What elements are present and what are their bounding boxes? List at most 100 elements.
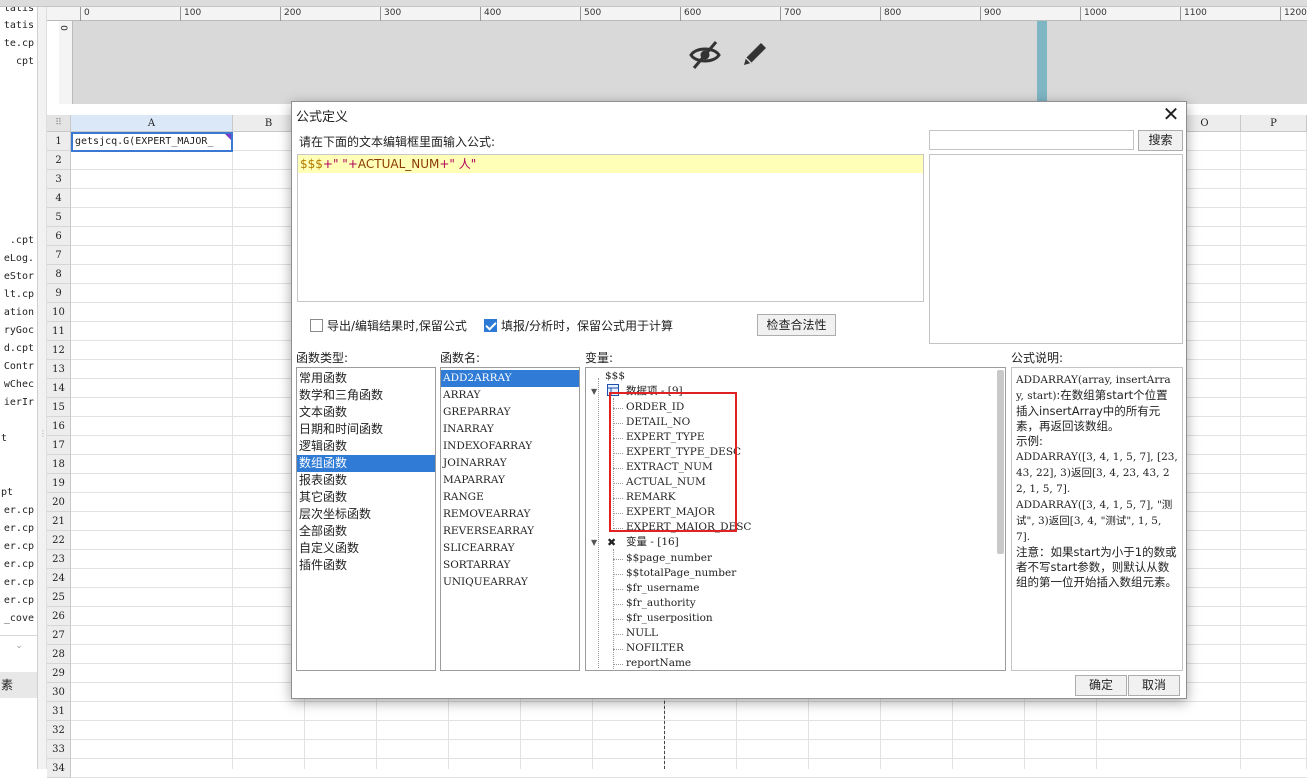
- file-list-item[interactable]: pt: [0, 485, 36, 501]
- row-header[interactable]: 3: [47, 170, 71, 189]
- file-list-item[interactable]: _cove: [0, 611, 36, 627]
- panel-tab[interactable]: 素: [0, 672, 37, 698]
- row-header[interactable]: 20: [47, 493, 71, 512]
- row-header[interactable]: 33: [47, 740, 71, 759]
- function-name-list[interactable]: ADD2ARRAY ARRAY GREPARRAY INARRAY INDEXOFARR…: [440, 367, 580, 671]
- keep-formula-export-checkbox[interactable]: 导出/编辑结果时,保留公式: [310, 319, 467, 333]
- function-type-item[interactable]: 文本函数: [297, 404, 435, 421]
- file-list-item[interactable]: er.cp: [0, 575, 36, 591]
- select-all-corner[interactable]: ⠿: [47, 115, 71, 132]
- file-list-item[interactable]: ierIr: [0, 395, 36, 411]
- tree-root[interactable]: $$$: [605, 369, 625, 384]
- file-list-item[interactable]: tatis: [0, 7, 36, 17]
- panel-splitter[interactable]: ⋮: [38, 7, 47, 769]
- row-header[interactable]: 30: [47, 683, 71, 702]
- cell-a1[interactable]: getsjcq.G(EXPERT_MAJOR_: [71, 132, 233, 152]
- function-type-item[interactable]: 层次坐标函数: [297, 506, 435, 523]
- row-header[interactable]: 5: [47, 208, 71, 227]
- function-name-item[interactable]: ARRAY: [441, 387, 579, 404]
- file-list-item[interactable]: er.cp: [0, 503, 36, 519]
- file-list-item[interactable]: ryGoc: [0, 323, 36, 339]
- function-type-item[interactable]: 数学和三角函数: [297, 387, 435, 404]
- row-header[interactable]: 32: [47, 721, 71, 740]
- function-name-item[interactable]: INARRAY: [441, 421, 579, 438]
- function-name-item[interactable]: JOINARRAY: [441, 455, 579, 472]
- row-header[interactable]: 21: [47, 512, 71, 531]
- row-header[interactable]: 1: [47, 132, 71, 151]
- row-header[interactable]: 27: [47, 626, 71, 645]
- close-icon[interactable]: ✕: [1160, 104, 1182, 126]
- function-name-item[interactable]: MAPARRAY: [441, 472, 579, 489]
- function-type-item[interactable]: 插件函数: [297, 557, 435, 574]
- row-header[interactable]: 13: [47, 360, 71, 379]
- expand-arrow-icon[interactable]: ▼: [591, 387, 597, 396]
- variable-item[interactable]: $fr_authority: [626, 596, 696, 611]
- formula-line[interactable]: $$$+" "+ACTUAL_NUM+" 人": [298, 155, 923, 173]
- file-list-item[interactable]: er.cp: [0, 521, 36, 537]
- row-header[interactable]: 14: [47, 379, 71, 398]
- row-header[interactable]: 4: [47, 189, 71, 208]
- row-header[interactable]: 31: [47, 702, 71, 721]
- function-type-item[interactable]: 日期和时间函数: [297, 421, 435, 438]
- function-type-item[interactable]: 其它函数: [297, 489, 435, 506]
- variable-item[interactable]: NOFILTER: [626, 641, 684, 656]
- variable-item[interactable]: $$totalPage_number: [626, 566, 736, 581]
- cancel-button[interactable]: 取消: [1128, 675, 1180, 696]
- function-name-item[interactable]: REMOVEARRAY: [441, 506, 579, 523]
- function-name-item[interactable]: INDEXOFARRAY: [441, 438, 579, 455]
- row-header[interactable]: 26: [47, 607, 71, 626]
- function-type-list[interactable]: 常用函数 数学和三角函数 文本函数 日期和时间函数 逻辑函数 数组函数 报表函数 其它函数 层次…: [296, 367, 436, 671]
- function-type-item[interactable]: 数组函数: [297, 455, 435, 472]
- function-search-input[interactable]: [929, 130, 1134, 150]
- file-list-item[interactable]: eStor: [0, 269, 36, 285]
- row-header[interactable]: 22: [47, 531, 71, 550]
- file-list-item[interactable]: .cpt: [0, 233, 36, 249]
- row-header[interactable]: 6: [47, 227, 71, 246]
- check-validity-button[interactable]: 检查合法性: [757, 314, 836, 336]
- variable-item[interactable]: $fr_username: [626, 581, 699, 596]
- file-list-item[interactable]: te.cp: [0, 36, 36, 52]
- row-header[interactable]: 9: [47, 284, 71, 303]
- file-list-item[interactable]: eLog.: [0, 251, 36, 267]
- ok-button[interactable]: 确定: [1075, 675, 1127, 696]
- function-name-item[interactable]: SORTARRAY: [441, 557, 579, 574]
- column-header[interactable]: P: [1241, 115, 1307, 132]
- function-type-item[interactable]: 常用函数: [297, 370, 435, 387]
- variable-scrollbar[interactable]: [997, 370, 1004, 554]
- checkbox-unchecked[interactable]: [310, 319, 323, 332]
- keep-formula-fill-checkbox[interactable]: 填报/分析时，保留公式用于计算: [484, 319, 673, 333]
- file-list-item[interactable]: ation: [0, 305, 36, 321]
- row-header[interactable]: 2: [47, 151, 71, 170]
- function-type-item[interactable]: 报表函数: [297, 472, 435, 489]
- function-name-item[interactable]: UNIQUEARRAY: [441, 574, 579, 591]
- row-header[interactable]: 29: [47, 664, 71, 683]
- row-header[interactable]: 12: [47, 341, 71, 360]
- file-list-item[interactable]: cpt: [0, 54, 36, 70]
- function-name-item[interactable]: REVERSEARRAY: [441, 523, 579, 540]
- file-list-item[interactable]: t: [0, 431, 36, 447]
- hide-eye-icon[interactable]: [688, 38, 722, 72]
- search-button[interactable]: 搜索: [1138, 130, 1183, 151]
- function-name-item[interactable]: GREPARRAY: [441, 404, 579, 421]
- function-name-item[interactable]: RANGE: [441, 489, 579, 506]
- function-name-item[interactable]: SLICEARRAY: [441, 540, 579, 557]
- row-header[interactable]: 25: [47, 588, 71, 607]
- variable-item[interactable]: $$page_number: [626, 551, 712, 566]
- function-type-item[interactable]: 逻辑函数: [297, 438, 435, 455]
- row-header[interactable]: 23: [47, 550, 71, 569]
- row-header[interactable]: 11: [47, 322, 71, 341]
- collapse-chevron-icon[interactable]: ⌄: [0, 635, 37, 657]
- file-list-item[interactable]: d.cpt: [0, 341, 36, 357]
- variable-item[interactable]: $fr_userposition: [626, 611, 713, 626]
- variable-item[interactable]: NULL: [626, 626, 658, 641]
- formula-editor[interactable]: $$$+" "+ACTUAL_NUM+" 人": [297, 154, 924, 302]
- function-name-item[interactable]: ADD2ARRAY: [441, 370, 579, 387]
- column-header[interactable]: A: [71, 115, 233, 132]
- row-header[interactable]: 7: [47, 246, 71, 265]
- file-list-item[interactable]: Contr: [0, 359, 36, 375]
- row-header[interactable]: 24: [47, 569, 71, 588]
- function-type-item[interactable]: 全部函数: [297, 523, 435, 540]
- row-header[interactable]: 10: [47, 303, 71, 322]
- file-list-item[interactable]: lt.cp: [0, 287, 36, 303]
- file-list-item[interactable]: er.cp: [0, 539, 36, 555]
